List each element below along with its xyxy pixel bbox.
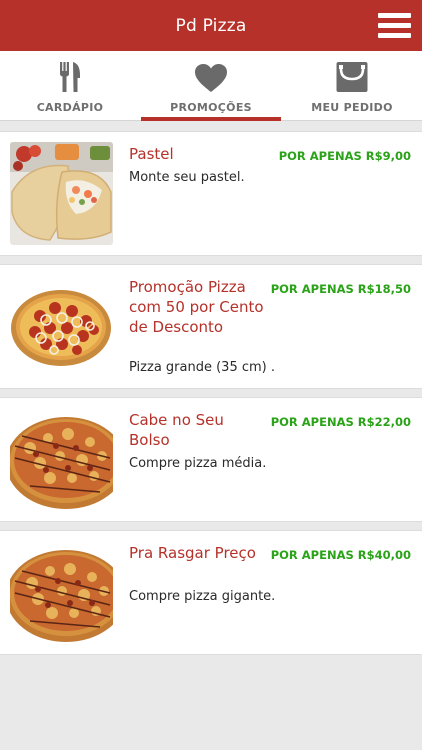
promotion-description: Pizza grande (35 cm) .: [129, 360, 275, 375]
app-title: Pd Pizza: [175, 16, 247, 36]
promotion-card[interactable]: Pra Rasgar Preço Compre pizza gigante. P…: [0, 530, 422, 655]
promotion-description: Compre pizza gigante.: [129, 589, 276, 604]
tab-label: CARDÁPIO: [36, 101, 104, 114]
promotion-price: POR APENAS R$22,00: [270, 415, 411, 429]
tab-promocoes[interactable]: PROMOÇÕES: [141, 51, 281, 121]
promotion-title: Promoção Pizza com 50 por Cento de Desco…: [129, 278, 264, 336]
promotion-card[interactable]: Pastel Monte seu pastel. POR APENAS R$9,…: [0, 131, 422, 256]
bbq-pizza-photo: [10, 541, 113, 644]
promotion-price: POR APENAS R$40,00: [270, 548, 411, 562]
tab-label: PROMOÇÕES: [170, 101, 252, 114]
tab-meu-pedido[interactable]: MEU PEDIDO: [282, 51, 422, 121]
promotion-title: Cabe no Seu Bolso: [129, 411, 224, 449]
promotion-title: Pastel: [129, 145, 174, 163]
pastel-photo: [10, 142, 113, 245]
promotion-card[interactable]: Cabe no Seu Bolso Compre pizza média. PO…: [0, 397, 422, 522]
fork-knife-icon: [60, 62, 80, 92]
tab-cardapio[interactable]: CARDÁPIO: [0, 51, 140, 121]
pepperoni-pizza-photo: [10, 276, 113, 379]
promotion-description: Monte seu pastel.: [129, 170, 245, 185]
shopping-bag-icon: [336, 62, 368, 92]
bbq-pizza-photo: [10, 408, 113, 511]
tab-label: MEU PEDIDO: [311, 101, 393, 114]
app-header: Pd Pizza: [0, 0, 422, 51]
hamburger-menu-icon[interactable]: [378, 11, 414, 41]
promotion-price: POR APENAS R$9,00: [278, 149, 411, 163]
tab-bar: CARDÁPIO PROMOÇÕES MEU PEDIDO: [0, 51, 422, 121]
promotion-title: Pra Rasgar Preço: [129, 544, 256, 562]
active-tab-indicator: [141, 117, 281, 121]
heart-icon: [195, 64, 227, 92]
promotion-price: POR APENAS R$18,50: [270, 282, 411, 296]
promotion-card[interactable]: Promoção Pizza com 50 por Cento de Desco…: [0, 264, 422, 389]
promotion-description: Compre pizza média.: [129, 456, 267, 471]
